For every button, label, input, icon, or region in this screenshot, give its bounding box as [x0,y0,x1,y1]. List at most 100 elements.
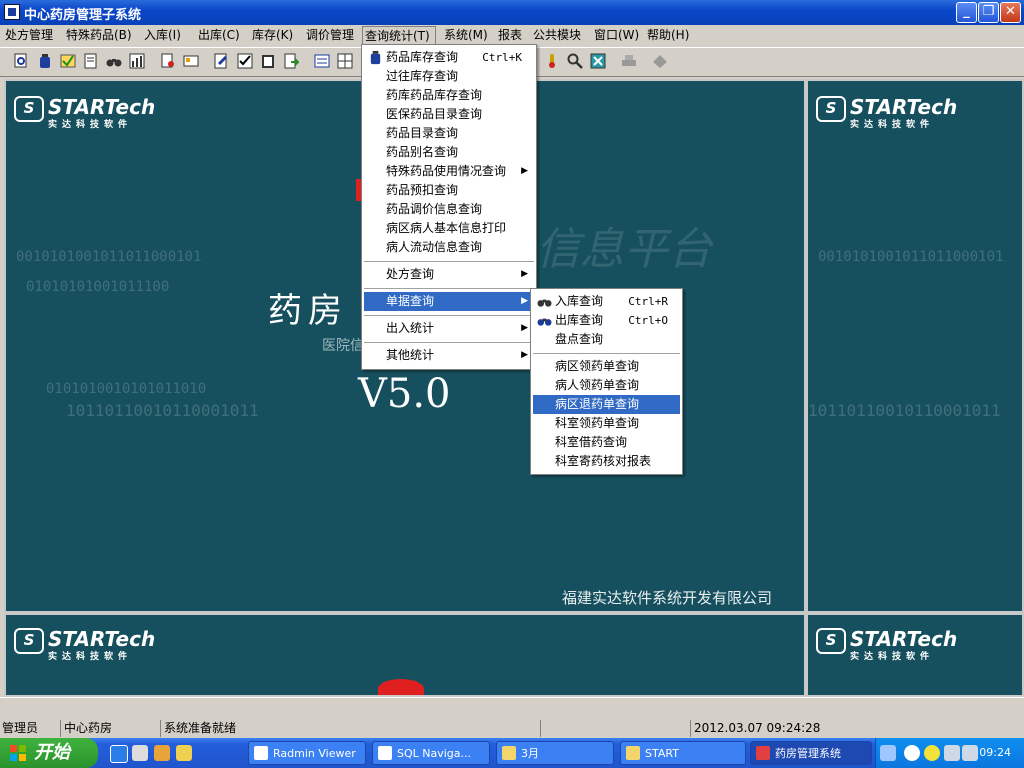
menu-price-adjust[interactable]: 调价管理 [304,26,356,44]
menu-separator [364,261,534,263]
quicklaunch-icon[interactable] [176,745,192,761]
ie-icon[interactable] [110,745,128,763]
menu-stock-out[interactable]: 出库(C) [196,26,242,44]
menu-item-in-out-stats[interactable]: 出入统计 ▶ [364,319,534,338]
clock[interactable]: 09:24 [979,746,1011,759]
keyboard-icon[interactable] [880,745,896,761]
thermometer-icon[interactable] [544,53,560,69]
menu-item-ward-requisition-query[interactable]: 病区领药单查询 [533,357,680,376]
menu-item-drug-stock-query[interactable]: 药品库存查询 Ctrl+K [364,48,534,67]
close-button[interactable]: ✕ [1000,2,1021,23]
binoculars-icon [537,318,552,326]
grid-icon[interactable] [337,53,353,69]
menu-item-ward-return-query[interactable]: 病区退药单查询 [533,395,680,414]
system-tray: 09:24 [875,738,1024,768]
menu-item-dept-consignment-report[interactable]: 科室寄药核对报表 [533,452,680,471]
app-icon[interactable] [4,4,20,20]
menu-stock-in[interactable]: 入库(I) [142,26,183,44]
restore-button[interactable]: ❐ [978,2,999,23]
platform-watermark: 信息平台 [536,224,712,275]
list-edit-icon[interactable] [213,53,229,69]
menu-item-drug-withhold-query[interactable]: 药品预扣查询 [364,181,534,200]
company-name: 福建实达软件系统开发有限公司 [562,589,773,607]
sql-navigator-icon [378,746,392,760]
print-preview-icon[interactable] [13,53,29,69]
check-icon[interactable] [60,53,76,69]
horizontal-scrollbar[interactable] [0,697,1024,718]
menu-help[interactable]: 帮助(H) [645,26,691,44]
calculator-icon[interactable] [590,53,606,69]
menu-item-price-change-query[interactable]: 药品调价信息查询 [364,200,534,219]
submenu-arrow-icon: ▶ [521,350,528,360]
menu-separator [364,288,534,290]
doc-stamp-icon[interactable] [160,53,176,69]
menu-window[interactable]: 窗口(W) [592,26,641,44]
menu-item-stock-out-query[interactable]: 出库查询 Ctrl+O [533,311,680,330]
splash-panel-right: S STARTech 实达科技软件 0010101001011011000101 1… [806,79,1024,613]
status-datetime: 2012.03.07 09:24:28 [692,720,1024,737]
binary-watermark: 01010101001011100 [26,279,170,295]
menu-item-other-stats[interactable]: 其他统计 ▶ [364,346,534,365]
menu-reports[interactable]: 报表 [496,26,524,44]
chart-icon[interactable] [129,53,145,69]
card-icon[interactable] [183,53,199,69]
minimize-button[interactable]: _ [956,2,977,23]
startech-logo: S STARTech 实达科技软件 [14,627,155,662]
menu-item-ward-patient-print[interactable]: 病区病人基本信息打印 [364,219,534,238]
menu-item-drug-alias-query[interactable]: 药品别名查询 [364,143,534,162]
menu-system[interactable]: 系统(M) [442,26,490,44]
task-sql-navigator[interactable]: SQL Naviga... [372,741,490,765]
menu-special-drugs[interactable]: 特殊药品(B) [64,26,134,44]
tray-arrow-icon[interactable] [904,745,920,761]
menu-common-modules[interactable]: 公共模块 [531,26,583,44]
menu-item-insurance-catalog-query[interactable]: 医保药品目录查询 [364,105,534,124]
splash-title: 药房 [268,291,348,331]
exit-icon[interactable] [652,53,668,69]
task-pharmacy-system[interactable]: 药房管理系统 [750,741,872,765]
document-icon[interactable] [83,53,99,69]
submenu-arrow-icon: ▶ [521,296,528,306]
menu-prescription[interactable]: 处方管理 [3,26,55,44]
menu-item-special-drug-usage[interactable]: 特殊药品使用情况查询 ▶ [364,162,534,181]
media-icon[interactable] [154,745,170,761]
checklist-icon[interactable] [237,53,253,69]
task-radmin-viewer[interactable]: Radmin Viewer [248,741,366,765]
submenu-arrow-icon: ▶ [521,323,528,333]
menu-inventory[interactable]: 库存(K) [250,26,295,44]
task-folder-start[interactable]: START [620,741,746,765]
monitor-icon[interactable] [944,745,960,761]
menu-item-dept-borrow-query[interactable]: 科室借药查询 [533,433,680,452]
task-folder-march[interactable]: 3月 [496,741,614,765]
menu-item-prescription-query[interactable]: 处方查询 ▶ [364,265,534,284]
clipboard-icon[interactable] [260,53,276,69]
network-icon[interactable] [924,745,940,761]
status-message: 系统准备就绪 [162,720,541,737]
splash-subtitle: 医院信 [322,338,364,354]
submenu-arrow-icon: ▶ [521,269,528,279]
form-icon[interactable] [314,53,330,69]
menu-item-patient-flow-query[interactable]: 病人流动信息查询 [364,238,534,257]
magnifier-icon[interactable] [567,53,583,69]
menu-item-stock-in-query[interactable]: 入库查询 Ctrl+R [533,292,680,311]
monitor-icon[interactable] [962,745,978,761]
menu-item-patient-requisition-query[interactable]: 病人领药单查询 [533,376,680,395]
document-query-submenu: 入库查询 Ctrl+R 出库查询 Ctrl+O 盘点查询 病区领药单查询 病人领药单… [530,288,683,475]
bottle-icon[interactable] [37,53,53,69]
menu-item-warehouse-stock-query[interactable]: 药库药品库存查询 [364,86,534,105]
menu-separator [533,353,680,355]
menu-item-dept-requisition-query[interactable]: 科室领药单查询 [533,414,680,433]
menu-item-drug-catalog-query[interactable]: 药品目录查询 [364,124,534,143]
menu-item-inventory-count-query[interactable]: 盘点查询 [533,330,680,349]
menu-item-past-stock-query[interactable]: 过往库存查询 [364,67,534,86]
binoculars-icon[interactable] [106,53,122,69]
report-icon[interactable] [283,53,299,69]
binary-watermark: 0010101001011011000101 [818,249,1004,265]
window-titlebar: 中心药房管理子系统 _ ❐ ✕ [0,0,1024,25]
printer-icon[interactable] [621,53,637,69]
menu-item-document-query[interactable]: 单据查询 ▶ [364,292,534,311]
menu-query-stats[interactable]: 查询统计(T) [362,26,436,44]
submenu-arrow-icon: ▶ [521,166,528,176]
start-button[interactable]: 开始 [0,738,98,768]
taskbar: 开始 Radmin Viewer SQL Naviga... 3月 START … [0,738,1024,768]
notepad-icon[interactable] [132,745,148,761]
